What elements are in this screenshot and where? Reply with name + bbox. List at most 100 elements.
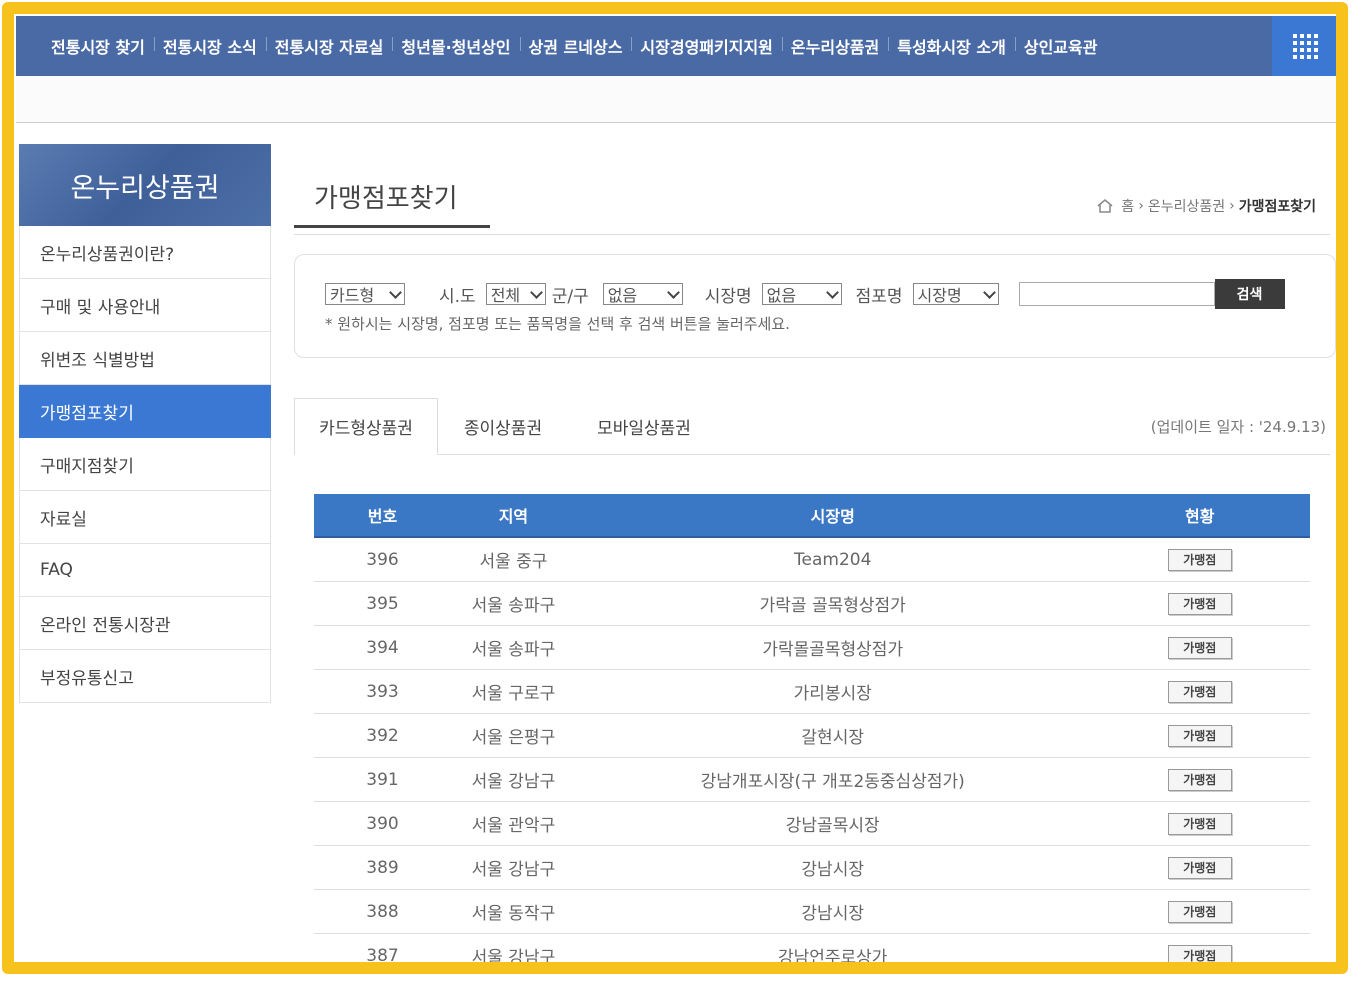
gnb-item-renaissance[interactable]: 상권 르네상스: [519, 34, 632, 58]
row-market-name: 강남언주로상가: [575, 933, 1090, 962]
sidebar-item-archive[interactable]: 자료실: [19, 491, 271, 544]
tab-mobile-voucher[interactable]: 모바일상품권: [574, 398, 714, 454]
gugun-label: 군/구: [551, 286, 589, 307]
gnb-item-market-archive[interactable]: 전통시장 자료실: [265, 34, 393, 58]
row-number: 390: [314, 801, 451, 846]
market-label: 시장명: [704, 286, 752, 307]
store-search-type-select[interactable]: 시장명: [912, 283, 999, 305]
table-row: 389 서울 강남구 강남시장 가맹점: [314, 845, 1310, 890]
store-list-button[interactable]: 가맹점: [1167, 944, 1232, 962]
row-region: 서울 동작구: [450, 889, 576, 934]
store-search-type-value: 시장명: [917, 286, 962, 305]
table-row: 396 서울 중구 Team204 가맹점: [314, 537, 1310, 582]
screenshot-frame: 전통시장 찾기 전통시장 소식 전통시장 자료실 청년몰·청년상인 상권 르네상…: [2, 2, 1348, 974]
page-header: 가맹점포찾기 홈 › 온누리상품권 › 가맹점포찾기: [294, 144, 1330, 235]
voucher-type-value: 카드형: [330, 286, 375, 305]
gnb-item-youth-mall[interactable]: 청년몰·청년상인: [392, 34, 519, 58]
market-select[interactable]: 없음: [761, 283, 842, 305]
table-row: 394 서울 송파구 가락몰골목형상점가 가맹점: [314, 625, 1310, 670]
header-market-name: 시장명: [575, 494, 1090, 538]
row-status: 가맹점: [1089, 933, 1310, 962]
sidebar-item-online-market[interactable]: 온라인 전통시장관: [19, 597, 271, 650]
gnb-item-management-package[interactable]: 시장경영패키지지원: [631, 34, 781, 58]
breadcrumb-current: 가맹점포찾기: [1238, 199, 1316, 215]
row-number: 387: [314, 933, 451, 962]
sidebar-item-faq[interactable]: FAQ: [19, 544, 271, 597]
row-region: 서울 강남구: [450, 845, 576, 890]
row-region: 서울 강남구: [450, 933, 576, 962]
gnb-item-market-search[interactable]: 전통시장 찾기: [42, 34, 154, 58]
store-list-button[interactable]: 가맹점: [1167, 680, 1232, 703]
page-title: 가맹점포찾기: [294, 178, 490, 228]
row-market-name: 강남시장: [575, 845, 1090, 890]
row-number: 395: [314, 581, 451, 626]
breadcrumb-section[interactable]: 온누리상품권: [1148, 196, 1225, 216]
row-status: 가맹점: [1089, 537, 1310, 582]
store-table: 번호 지역 시장명 현황 396 서울 중구 Team204 가맹점 395 서울 송파구…: [314, 494, 1310, 962]
keyword-input[interactable]: [1018, 282, 1215, 306]
gugun-select[interactable]: 없음: [602, 283, 683, 305]
row-market-name: 가리봉시장: [575, 669, 1090, 714]
row-status: 가맹점: [1089, 845, 1310, 890]
sidebar-item-counterfeit-check[interactable]: 위변조 식별방법: [19, 332, 271, 385]
sido-select[interactable]: 전체: [485, 283, 546, 305]
sidebar-item-illegal-report[interactable]: 부정유통신고: [19, 650, 271, 703]
breadcrumb-home[interactable]: 홈: [1121, 196, 1134, 216]
gugun-value: 없음: [607, 286, 638, 305]
sido-value: 전체: [490, 286, 521, 305]
sidebar-item-purchase-branch[interactable]: 구매지점찾기: [19, 438, 271, 491]
all-menu-button[interactable]: [1272, 16, 1336, 76]
gnb-item-specialized-market[interactable]: 특성화시장 소개: [888, 34, 1015, 58]
row-number: 389: [314, 845, 451, 890]
row-region: 서울 송파구: [450, 625, 576, 670]
row-status: 가맹점: [1089, 889, 1310, 934]
header-status: 현황: [1089, 494, 1310, 538]
store-list-button[interactable]: 가맹점: [1167, 768, 1232, 791]
header-number: 번호: [314, 494, 451, 538]
table-body: 396 서울 중구 Team204 가맹점 395 서울 송파구 가락골 골목형상점가 가맹점…: [314, 537, 1310, 962]
sidebar-item-purchase-guide[interactable]: 구매 및 사용안내: [19, 279, 271, 332]
row-number: 391: [314, 757, 451, 802]
row-region: 서울 관악구: [450, 801, 576, 846]
row-region: 서울 중구: [450, 537, 576, 582]
table-row: 387 서울 강남구 강남언주로상가 가맹점: [314, 933, 1310, 962]
sidebar: 온누리상품권 온누리상품권이란? 구매 및 사용안내 위변조 식별방법 가맹점포…: [19, 144, 271, 703]
store-list-button[interactable]: 가맹점: [1167, 856, 1232, 879]
row-status: 가맹점: [1089, 669, 1310, 714]
breadcrumb-separator-icon: ›: [1229, 198, 1235, 214]
gnb-item-market-news[interactable]: 전통시장 소식: [153, 34, 266, 58]
tab-paper-voucher[interactable]: 종이상품권: [438, 398, 568, 454]
row-number: 396: [314, 537, 451, 582]
sidebar-item-store-search[interactable]: 가맹점포찾기: [19, 385, 271, 438]
store-list-button[interactable]: 가맹점: [1167, 636, 1232, 659]
search-button[interactable]: 검색: [1214, 279, 1285, 309]
global-nav-bar: 전통시장 찾기 전통시장 소식 전통시장 자료실 청년몰·청년상인 상권 르네상…: [16, 16, 1336, 76]
table-row: 388 서울 동작구 강남시장 가맹점: [314, 889, 1310, 934]
row-region: 서울 강남구: [450, 757, 576, 802]
sidebar-title: 온누리상품권: [19, 144, 271, 226]
sidebar-item-about[interactable]: 온누리상품권이란?: [19, 226, 271, 279]
chevron-down-icon: [982, 285, 996, 299]
row-number: 393: [314, 669, 451, 714]
home-icon[interactable]: [1097, 199, 1113, 213]
voucher-type-select[interactable]: 카드형: [325, 283, 405, 305]
store-list-button[interactable]: 가맹점: [1167, 724, 1232, 747]
row-number: 388: [314, 889, 451, 934]
store-list-button[interactable]: 가맹점: [1167, 900, 1232, 923]
search-panel: 카드형 시.도 전체 군/구 없음 시장명 없음 점포명 시장명 검색 * 원하…: [294, 254, 1336, 358]
sub-nav-bar: [16, 76, 1336, 123]
breadcrumb-separator-icon: ›: [1138, 198, 1144, 214]
grid-menu-icon: [1292, 33, 1318, 59]
gnb-item-merchant-education[interactable]: 상인교육관: [1014, 34, 1107, 58]
store-list-button[interactable]: 가맹점: [1167, 812, 1232, 835]
store-list-button[interactable]: 가맹점: [1167, 548, 1232, 571]
row-market-name: 가락몰골목형상점가: [575, 625, 1090, 670]
store-list-button[interactable]: 가맹점: [1167, 592, 1232, 615]
row-market-name: Team204: [575, 537, 1090, 582]
row-number: 392: [314, 713, 451, 758]
tab-card-voucher[interactable]: 카드형상품권: [294, 398, 438, 455]
gnb-item-onnuri-voucher[interactable]: 온누리상품권: [781, 34, 888, 58]
global-nav-list: 전통시장 찾기 전통시장 소식 전통시장 자료실 청년몰·청년상인 상권 르네상…: [42, 16, 1106, 76]
row-region: 서울 구로구: [450, 669, 576, 714]
store-label: 점포명: [855, 286, 903, 307]
